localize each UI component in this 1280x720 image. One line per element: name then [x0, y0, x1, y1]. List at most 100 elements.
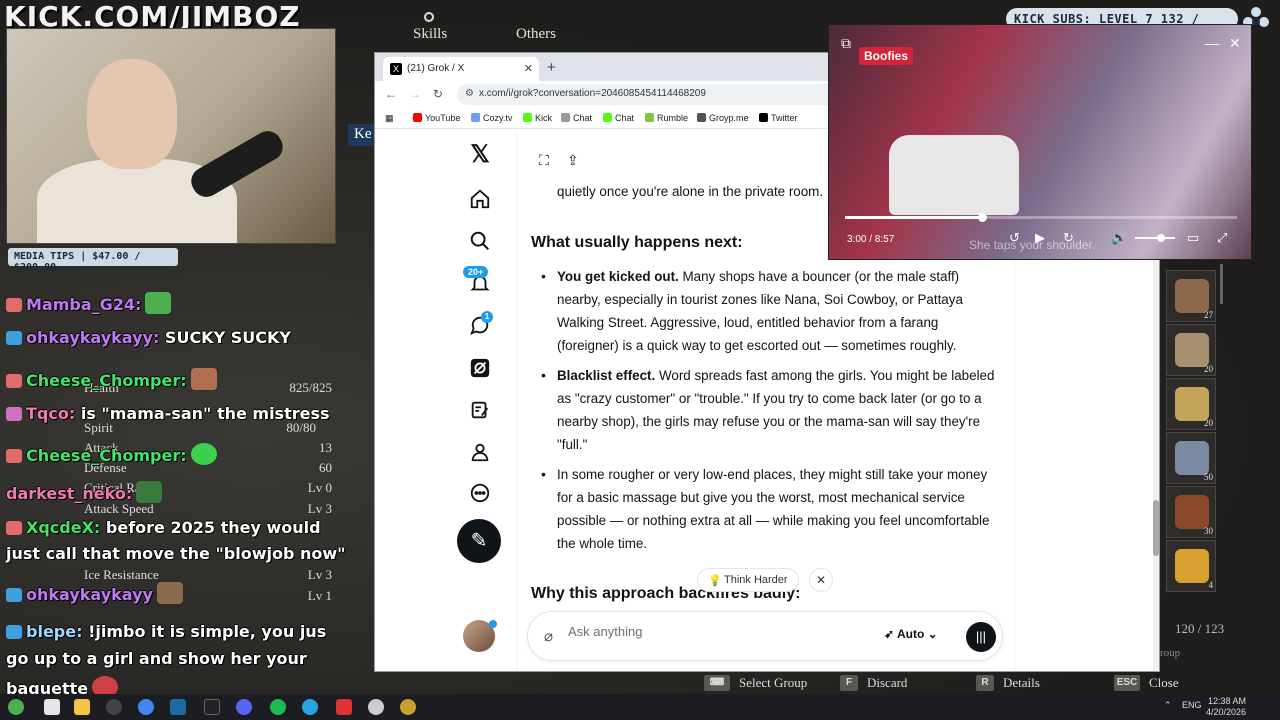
fullscreen-icon[interactable]: ⤢ — [1217, 230, 1227, 246]
bookmark-kick[interactable]: Kick — [523, 113, 552, 123]
mode-selector[interactable]: ➶ Auto ⌄ — [884, 627, 938, 641]
apps-icon[interactable]: ▦ — [385, 113, 394, 124]
game-tab-skills[interactable]: Skills — [413, 26, 447, 43]
steam-icon[interactable] — [170, 699, 186, 715]
attach-icon[interactable]: ⌀ — [544, 627, 553, 645]
bookmark-groyp[interactable]: Groyp.me — [697, 113, 749, 123]
chat-username: Cheese_Chomper: — [26, 446, 187, 465]
line: In some rougher or very low-end places, … — [557, 467, 988, 482]
app-icon[interactable] — [368, 699, 384, 715]
more-icon[interactable] — [467, 482, 493, 508]
pepe-icon[interactable] — [8, 699, 24, 715]
chat-badge-icon — [6, 625, 22, 639]
game-icon[interactable] — [400, 699, 416, 715]
volume-knob[interactable] — [1157, 234, 1165, 242]
volume-slider[interactable] — [1135, 234, 1175, 242]
avatar-status-dot — [489, 620, 497, 628]
key-r: R — [976, 675, 994, 691]
search-icon[interactable] — [44, 699, 60, 715]
bookmark-cozy[interactable]: Cozy.tv — [471, 113, 512, 123]
pip-minimize-icon[interactable]: — — [1205, 35, 1219, 51]
inventory-slot[interactable]: 27 — [1166, 270, 1216, 322]
expand-icon[interactable]: ⛶ — [539, 152, 549, 169]
reload-icon[interactable]: ↻ — [433, 87, 443, 101]
terminal-icon[interactable] — [204, 699, 220, 715]
obs-icon[interactable] — [106, 699, 122, 715]
bookmark-label: Kick — [535, 113, 553, 123]
chat-username: XqcdeX: — [26, 518, 101, 537]
inventory-slot[interactable]: 50 — [1166, 432, 1216, 484]
chrome-icon[interactable] — [138, 699, 154, 715]
site-info-icon[interactable]: ⚙ — [465, 88, 474, 99]
home-icon[interactable] — [467, 188, 493, 214]
share-icon[interactable]: ⇪ — [567, 152, 579, 169]
bookmark-chat[interactable]: Chat — [561, 113, 592, 123]
chat-message: XqcdeX: before 2025 they would — [6, 518, 321, 537]
captions-icon[interactable]: ▭ — [1187, 230, 1199, 246]
spotify-icon[interactable] — [270, 699, 286, 715]
bookmark-chat-2[interactable]: Chat — [603, 113, 634, 123]
voice-mode-button[interactable]: ||| — [966, 622, 996, 652]
line: Word spreads fast among the girls. You m… — [655, 368, 995, 383]
grok-icon[interactable] — [467, 357, 493, 383]
bookmark-rumble[interactable]: Rumble — [645, 113, 688, 123]
chat-icon — [603, 113, 612, 122]
inventory-slot[interactable]: 30 — [1166, 486, 1216, 538]
clock-date: 4/20/2026 — [1206, 707, 1247, 717]
dismiss-think-button[interactable]: ✕ — [809, 568, 833, 592]
file-explorer-icon[interactable] — [74, 699, 90, 715]
inventory-slot[interactable]: 20 — [1166, 324, 1216, 376]
video-progress-knob[interactable] — [978, 213, 988, 222]
game-tab-others[interactable]: Others — [516, 26, 556, 43]
chat-badge-icon — [6, 331, 22, 345]
item-count: 30 — [1204, 526, 1213, 536]
pip-close-icon[interactable]: ✕ — [1229, 35, 1241, 52]
ask-input[interactable] — [568, 624, 868, 639]
bookmark-youtube[interactable]: YouTube — [413, 113, 460, 123]
profile-icon[interactable] — [467, 441, 493, 467]
play-icon[interactable]: ▶ — [1035, 230, 1045, 246]
think-harder-button[interactable]: 💡 Think Harder — [697, 568, 799, 592]
bullet-bold: Blacklist effect. — [557, 368, 656, 383]
rewind-icon[interactable]: ↺ — [1009, 230, 1020, 246]
x-logo-icon[interactable]: 𝕏 — [467, 142, 493, 168]
pip-video-player[interactable]: Boofies ⧉ — ✕ 3:00 / 8:57 She taps your … — [828, 24, 1252, 260]
close-tab-icon[interactable]: ✕ — [524, 62, 533, 75]
tray-chevron-icon[interactable]: ⌃ — [1164, 700, 1172, 711]
telegram-icon[interactable] — [302, 699, 318, 715]
inventory-slot[interactable]: 20 — [1166, 378, 1216, 430]
discord-icon[interactable] — [236, 699, 252, 715]
key-hint-label[interactable]: Discard — [867, 675, 907, 691]
video-progress-bar[interactable] — [845, 213, 1237, 222]
streamer-face — [87, 59, 177, 169]
stream-chat: Mamba_G24: ohkaykaykayy: SUCKY SUCKY Che… — [0, 286, 370, 700]
volume-icon[interactable]: 🔊 — [1111, 230, 1127, 246]
key-hint-label[interactable]: Close — [1149, 675, 1179, 691]
line: as "crazy customer" or "trouble." If you… — [557, 391, 982, 406]
back-icon[interactable]: ← — [385, 87, 397, 101]
browser-tab[interactable]: X (21) Grok / X ✕ — [383, 57, 539, 81]
key-hint-label[interactable]: Details — [1003, 675, 1040, 691]
search-icon[interactable] — [467, 230, 493, 256]
drafts-icon[interactable] — [467, 399, 493, 425]
inventory-slot[interactable]: 4 — [1166, 540, 1216, 592]
new-tab-icon[interactable]: + — [547, 59, 556, 76]
chat-message-continued: just call that move the "blowjob now" — [6, 544, 346, 563]
video-car — [889, 135, 1019, 215]
compose-post-button[interactable]: ✎ — [457, 519, 501, 563]
taskbar-clock[interactable]: 12:38 AM 4/20/2026 — [1206, 696, 1246, 718]
app-icon[interactable] — [336, 699, 352, 715]
video-progress-fill — [845, 216, 983, 219]
forward-icon[interactable]: ↻ — [1063, 230, 1074, 246]
pip-back-to-tab-icon[interactable]: ⧉ — [841, 35, 851, 52]
x-sidebar: 𝕏 20+ 1 ✎ — [375, 130, 517, 671]
video-time: 3:00 / 8:57 — [847, 234, 895, 245]
inventory-scrollbar[interactable] — [1220, 264, 1223, 304]
forward-icon[interactable]: → — [409, 87, 421, 101]
scrollbar-thumb[interactable] — [1153, 500, 1159, 556]
bullet-bold: You get kicked out. — [557, 269, 679, 284]
language-indicator[interactable]: ENG — [1182, 700, 1202, 710]
key-hint-label[interactable]: Select Group — [739, 675, 807, 691]
bookmark-twitter[interactable]: Twitter — [759, 113, 798, 123]
chat-username: Tqco: — [26, 404, 76, 423]
